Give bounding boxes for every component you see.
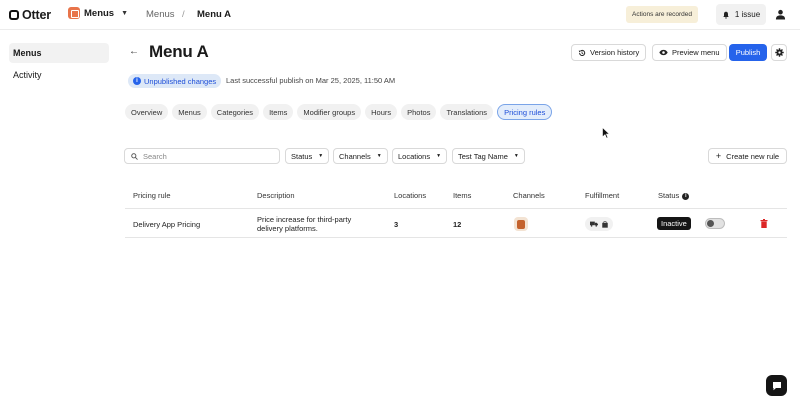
menus-app-icon xyxy=(68,7,80,19)
top-bar-divider xyxy=(0,29,800,30)
tab-photos[interactable]: Photos xyxy=(401,104,437,120)
channel-app-icon xyxy=(514,217,528,231)
header-channels: Channels xyxy=(513,191,545,200)
caret-down-icon: ▼ xyxy=(436,153,442,159)
chat-support-button[interactable] xyxy=(766,375,787,396)
header-status: Status i xyxy=(658,191,690,200)
table-row[interactable]: Delivery App Pricing Price increase for … xyxy=(125,209,787,238)
publish-button[interactable]: Publish xyxy=(729,44,767,61)
rule-items-count: 12 xyxy=(453,220,462,229)
header-items: Items xyxy=(453,191,472,200)
tab-menus[interactable]: Menus xyxy=(172,104,207,120)
issues-button[interactable]: 1 issue xyxy=(716,4,766,25)
last-publish-text: Last successful publish on Mar 25, 2025,… xyxy=(226,76,396,85)
user-icon[interactable] xyxy=(775,9,786,20)
version-history-label: Version history xyxy=(590,48,640,57)
app-switcher-label: Menus xyxy=(84,7,115,19)
chat-icon xyxy=(772,381,781,390)
unpublished-label: Unpublished changes xyxy=(144,76,217,86)
recorded-notice: Actions are recorded xyxy=(626,6,698,23)
header-fulfillment: Fulfillment xyxy=(585,191,620,200)
tab-pricing-rules[interactable]: Pricing rules xyxy=(497,104,553,120)
app-switcher[interactable]: Menus ▼ xyxy=(68,7,128,19)
header-pricing-rule: Pricing rule xyxy=(133,191,171,200)
create-new-rule-label: Create new rule xyxy=(726,151,780,161)
channels-filter[interactable]: Channels ▼ xyxy=(333,148,388,164)
search-input[interactable] xyxy=(143,151,263,161)
header-description: Description xyxy=(257,191,295,200)
channel-app-logo xyxy=(517,219,525,229)
status-filter[interactable]: Status ▼ xyxy=(285,148,330,164)
tab-modifier-groups[interactable]: Modifier groups xyxy=(297,104,362,120)
search-field[interactable] xyxy=(124,148,280,164)
search-icon xyxy=(131,152,138,160)
info-icon[interactable]: i xyxy=(682,192,690,200)
settings-button[interactable] xyxy=(771,44,787,61)
otter-logo-icon xyxy=(9,10,19,20)
header-locations: Locations xyxy=(394,191,427,200)
tab-overview[interactable]: Overview xyxy=(125,104,169,120)
chevron-down-icon: ▼ xyxy=(121,9,129,17)
rule-locations-count: 3 xyxy=(394,220,399,229)
caret-down-icon: ▼ xyxy=(513,153,519,159)
tag-filter[interactable]: Test Tag Name ▼ xyxy=(452,148,525,164)
fulfillment-chips xyxy=(585,217,613,231)
rule-enabled-toggle[interactable] xyxy=(705,218,725,229)
pickup-bag-icon xyxy=(602,220,608,228)
locations-filter[interactable]: Locations ▼ xyxy=(392,148,448,164)
header-status-label: Status xyxy=(658,191,680,200)
caret-down-icon: ▼ xyxy=(318,153,324,159)
back-arrow-icon[interactable]: ← xyxy=(129,46,139,57)
sidebar-item-label: Menus xyxy=(13,48,42,58)
rule-name: Delivery App Pricing xyxy=(133,220,201,229)
brand-name: Otter xyxy=(22,8,51,22)
preview-menu-label: Preview menu xyxy=(672,48,720,57)
breadcrumb-parent[interactable]: Menus xyxy=(146,9,175,20)
tag-filter-label: Test Tag Name xyxy=(458,151,508,161)
create-new-rule-button[interactable]: + Create new rule xyxy=(708,148,787,164)
toggle-knob xyxy=(707,220,714,227)
gear-icon xyxy=(774,48,784,57)
preview-menu-button[interactable]: Preview menu xyxy=(652,44,727,61)
tab-categories[interactable]: Categories xyxy=(210,104,260,120)
unpublished-changes-badge: i Unpublished changes xyxy=(128,74,222,88)
otter-logo[interactable]: Otter xyxy=(9,8,51,22)
delivery-truck-icon xyxy=(590,221,598,227)
sidebar: Menus Activity xyxy=(0,29,117,403)
rule-description-line1: Price increase for third-party xyxy=(257,215,352,224)
tab-hours[interactable]: Hours xyxy=(365,104,398,120)
rule-description-line2: delivery platforms. xyxy=(257,224,318,233)
history-icon xyxy=(578,49,586,56)
tab-translations[interactable]: Translations xyxy=(440,104,494,120)
status-filter-label: Status xyxy=(291,151,313,161)
top-bar: Otter Menus ▼ Menus / Menu A Actions are… xyxy=(0,0,800,29)
breadcrumb-current: Menu A xyxy=(197,9,231,20)
locations-filter-label: Locations xyxy=(398,151,431,161)
plus-icon: + xyxy=(715,151,722,161)
channels-filter-label: Channels xyxy=(339,151,371,161)
sidebar-item-label: Activity xyxy=(13,70,42,80)
eye-icon xyxy=(659,49,668,56)
status-badge: Inactive xyxy=(657,217,691,230)
caret-down-icon: ▼ xyxy=(376,153,382,159)
sidebar-item-menus[interactable]: Menus xyxy=(9,43,109,63)
issues-label: 1 issue xyxy=(734,10,761,19)
sidebar-item-activity[interactable]: Activity xyxy=(9,65,109,85)
mouse-cursor-icon xyxy=(602,127,610,139)
bell-icon xyxy=(723,11,729,19)
trash-icon[interactable] xyxy=(760,219,768,228)
info-icon: i xyxy=(133,77,141,85)
table-header: Pricing rule Description Locations Items… xyxy=(125,180,787,209)
breadcrumb-separator: / xyxy=(182,9,185,20)
tab-items[interactable]: Items xyxy=(263,104,294,120)
version-history-button[interactable]: Version history xyxy=(571,44,647,61)
page-title: Menu A xyxy=(149,42,209,61)
menu-tabs: Overview Menus Categories Items Modifier… xyxy=(125,104,553,120)
